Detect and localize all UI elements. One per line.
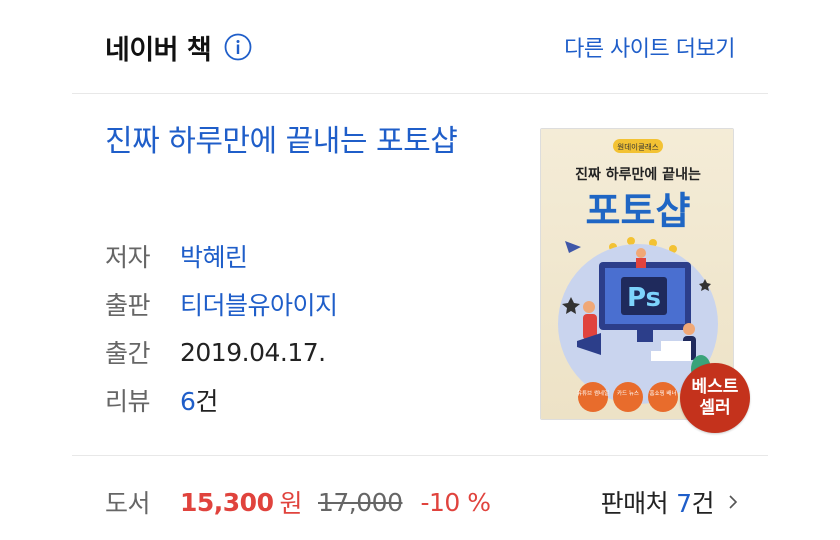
cover-tag-3: 홈쇼핑 배너	[649, 389, 676, 397]
badge-line1: 베스트	[691, 377, 739, 397]
divider	[72, 93, 768, 94]
discount-rate: -10 %	[420, 487, 491, 517]
meta-key-review: 리뷰	[105, 387, 151, 416]
header: 네이버 책 다른 사이트 더보기	[105, 22, 735, 72]
author-link[interactable]: 박혜린	[180, 238, 248, 274]
bestseller-badge: 베스트 셀러	[680, 363, 750, 433]
meta-key-author: 저자	[105, 243, 151, 272]
review-unit: 건	[195, 387, 218, 416]
publish-date: 2019.04.17.	[180, 337, 326, 367]
meta-review-row: 리뷰 6건	[105, 376, 338, 424]
meta-publisher-row: 출판 티더블유아이지	[105, 280, 338, 328]
book-title-link[interactable]: 진짜 하루만에 끝내는 포토샵	[105, 118, 515, 166]
seller-label: 판매처	[600, 489, 669, 518]
publisher-link[interactable]: 티더블유아이지	[180, 286, 338, 322]
seller-count: 7건	[676, 489, 714, 518]
book-meta: 저자 박혜린 출판 티더블유아이지 출간 2019.04.17. 리뷰 6건	[105, 232, 338, 424]
meta-author-row: 저자 박혜린	[105, 232, 338, 280]
cover-ps-text: Ps	[627, 283, 661, 313]
cover-tag-1: 유튜브 썸네일	[577, 389, 609, 397]
divider	[72, 455, 768, 456]
price-unit: 원	[279, 489, 302, 518]
cover-title-text: 포토샵	[586, 189, 691, 233]
price-label: 도서	[105, 489, 151, 518]
more-sites-link[interactable]: 다른 사이트 더보기	[564, 31, 735, 63]
price-row: 도서 15,300 원 17,000 -10 % 판매처 7건	[105, 480, 740, 524]
badge-line2: 셀러	[699, 398, 731, 418]
original-price: 17,000	[318, 487, 403, 517]
header-title: 네이버 책	[105, 34, 212, 66]
meta-date-row: 출간 2019.04.17.	[105, 328, 338, 376]
sellers-link[interactable]: 판매처 7건	[601, 484, 740, 520]
sale-price: 15,300	[180, 487, 274, 517]
review-link[interactable]: 6건	[180, 382, 218, 418]
chevron-right-icon	[728, 492, 740, 512]
meta-key-date: 출간	[105, 339, 151, 368]
info-icon[interactable]	[223, 32, 253, 62]
meta-key-publisher: 출판	[105, 291, 151, 320]
cover-tag-2: 카드 뉴스	[617, 389, 639, 397]
cover-subtitle-text: 진짜 하루만에 끝내는	[575, 166, 701, 183]
cover-series-text: 원데이클래스	[617, 142, 658, 152]
review-count: 6	[180, 387, 196, 416]
